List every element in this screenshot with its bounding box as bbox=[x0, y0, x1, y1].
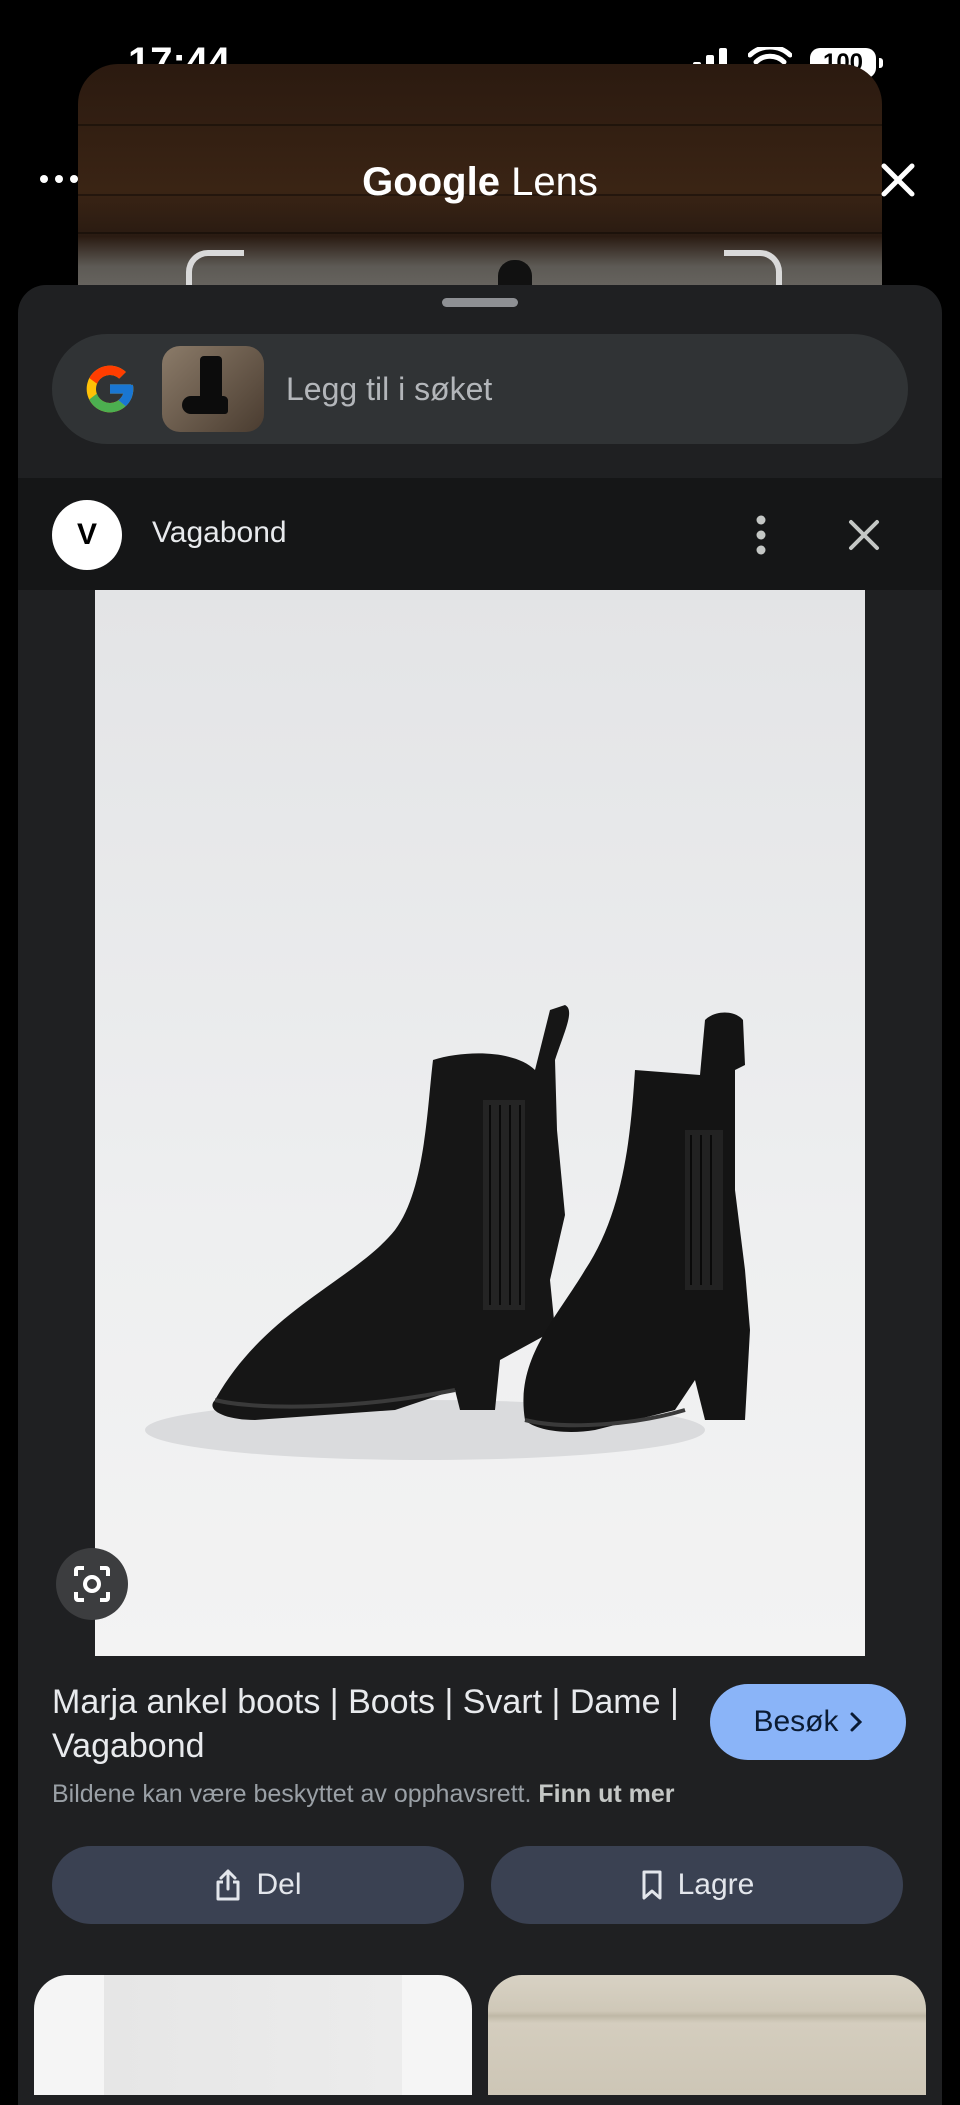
related-result-card[interactable] bbox=[34, 1975, 472, 2095]
bookmark-icon bbox=[642, 1870, 662, 1900]
app-title-brand: Google bbox=[362, 160, 500, 204]
search-bar[interactable]: Legg til i søket bbox=[52, 334, 908, 444]
visit-button[interactable]: Besøk bbox=[710, 1684, 906, 1760]
share-label: Del bbox=[256, 1868, 302, 1901]
save-button[interactable]: Lagre bbox=[491, 1846, 903, 1924]
boots-illustration bbox=[145, 1005, 750, 1460]
query-image-thumbnail[interactable] bbox=[162, 346, 264, 432]
product-title[interactable]: Marja ankel boots | Boots | Svart | Dame… bbox=[52, 1680, 692, 1768]
kebab-icon[interactable] bbox=[752, 515, 770, 555]
product-image[interactable] bbox=[95, 590, 865, 1656]
visit-button-label: Besøk bbox=[753, 1705, 839, 1738]
app-title: Google Lens bbox=[0, 160, 960, 205]
related-result-card[interactable] bbox=[488, 1975, 926, 2095]
close-icon[interactable] bbox=[880, 162, 916, 198]
visual-search-icon bbox=[74, 1566, 110, 1602]
share-button[interactable]: Del bbox=[52, 1846, 464, 1924]
source-avatar: V bbox=[52, 500, 122, 570]
learn-more-link[interactable]: Finn ut mer bbox=[538, 1780, 674, 1808]
visual-search-button[interactable] bbox=[56, 1548, 128, 1620]
app-title-product: Lens bbox=[511, 160, 598, 204]
source-name[interactable]: Vagabond bbox=[152, 516, 287, 550]
sheet-drag-handle[interactable] bbox=[442, 298, 518, 307]
copyright-notice: Bildene kan være beskyttet av opphavsret… bbox=[52, 1780, 675, 1809]
save-label: Lagre bbox=[677, 1868, 755, 1901]
close-result-icon[interactable] bbox=[848, 519, 880, 551]
search-placeholder: Legg til i søket bbox=[286, 370, 493, 407]
google-g-icon bbox=[86, 365, 134, 413]
share-icon bbox=[216, 1869, 240, 1901]
chevron-right-icon bbox=[850, 1712, 862, 1732]
copyright-text: Bildene kan være beskyttet av opphavsret… bbox=[52, 1780, 532, 1808]
